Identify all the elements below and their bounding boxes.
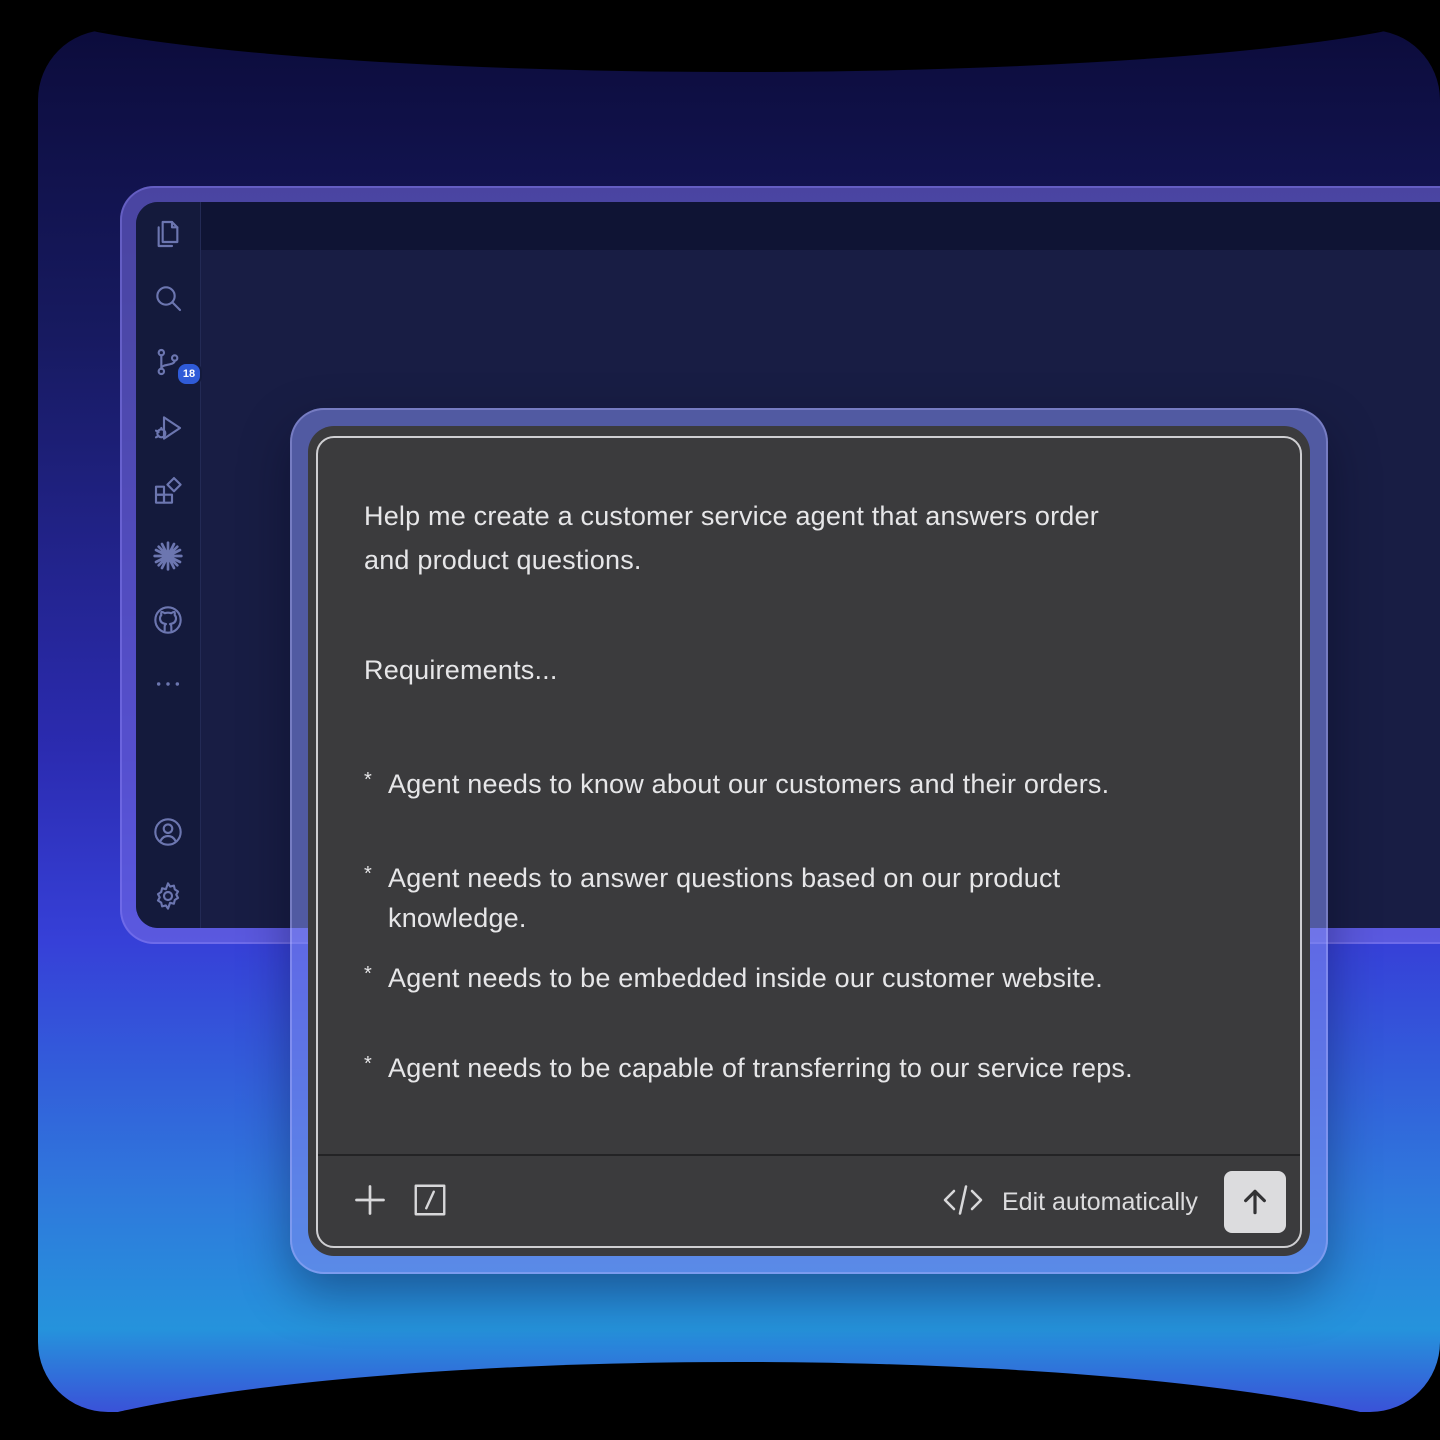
bullet-marker: * [364,863,372,885]
more-icon[interactable] [150,666,186,702]
requirement-text: Agent needs to know about our customers … [388,769,1110,799]
edit-mode-toggle[interactable]: Edit automatically [1002,1184,1198,1220]
requirement-item: * Agent needs to answer questions based … [364,858,1148,938]
activity-bar: 18 [136,202,202,928]
github-icon[interactable] [150,602,186,638]
run-debug-icon[interactable] [150,410,186,446]
requirement-item: * Agent needs to be embedded inside our … [364,958,1208,998]
sparkle-icon[interactable] [150,538,186,574]
explorer-icon[interactable] [150,216,186,252]
settings-gear-icon[interactable] [150,878,186,914]
arrow-up-icon [1244,1189,1266,1215]
requirements-heading: Requirements... [364,655,558,685]
account-icon[interactable] [150,814,186,850]
extensions-icon[interactable] [150,474,186,510]
chat-input-box[interactable]: Help me create a customer service agent … [316,436,1302,1248]
toolbar-divider [318,1154,1300,1156]
requirement-item: * Agent needs to be capable of transferr… [364,1048,1208,1088]
prompt-line-1: Help me create a customer service agent … [364,501,1099,531]
source-control-badge: 18 [176,362,202,386]
plus-icon[interactable] [350,1180,390,1220]
search-icon[interactable] [150,280,186,316]
prompt-line-2: and product questions. [364,545,642,575]
requirement-text: Agent needs to answer questions based on… [388,863,1061,933]
bullet-marker: * [364,963,372,985]
requirement-text: Agent needs to be embedded inside our cu… [388,963,1103,993]
requirement-item: * Agent needs to know about our customer… [364,764,1208,804]
bullet-marker: * [364,1053,372,1075]
editor-titlebar [200,202,1440,250]
send-button[interactable] [1224,1171,1286,1233]
code-icon[interactable] [942,1182,984,1218]
bullet-marker: * [364,769,372,791]
slash-command-icon[interactable] [412,1182,448,1218]
requirement-text: Agent needs to be capable of transferrin… [388,1053,1133,1083]
source-control-icon[interactable]: 18 [150,344,202,386]
